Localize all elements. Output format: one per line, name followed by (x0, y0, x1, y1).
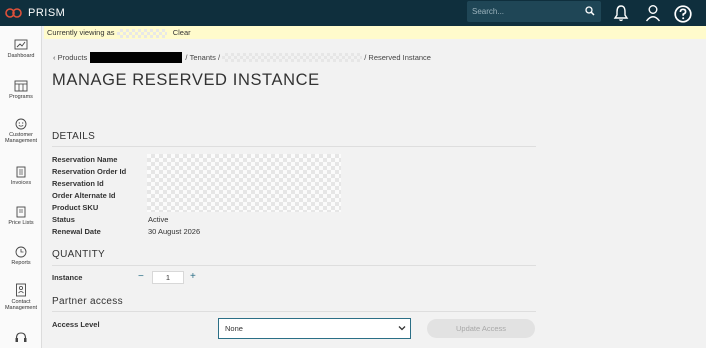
sidebar-item-support[interactable] (0, 331, 42, 345)
decrease-quantity-button[interactable]: − (138, 271, 144, 282)
user-icon[interactable] (645, 4, 661, 22)
instance-quantity-input[interactable]: 1 (152, 271, 184, 284)
renewal-date-value: 30 August 2026 (148, 227, 201, 236)
top-bar: PRISM (0, 0, 706, 26)
access-level-label: Access Level (52, 320, 100, 329)
breadcrumb-products[interactable]: Products (58, 53, 88, 62)
field-label-reservation-id: Reservation Id (52, 179, 104, 188)
sidebar-item-label: Invoices (10, 180, 32, 186)
reports-icon (15, 246, 27, 258)
prism-logo-icon (5, 8, 22, 18)
sidebar-item-contact-management[interactable]: Contact Management (0, 283, 42, 311)
sidebar-item-programs[interactable]: Programs (0, 80, 42, 100)
quantity-heading: QUANTITY (52, 249, 105, 260)
breadcrumb-redacted-tenant[interactable] (222, 53, 363, 62)
brand-name: PRISM (28, 7, 66, 19)
redacted-details-values (147, 154, 341, 212)
field-label-reservation-name: Reservation Name (52, 155, 118, 164)
app-logo[interactable]: PRISM (5, 5, 65, 21)
sidebar-item-reports[interactable]: Reports (0, 246, 42, 266)
sidebar-item-price-lists[interactable]: Price Lists (0, 206, 42, 226)
dashboard-icon (14, 39, 28, 50)
instance-label: Instance (52, 273, 83, 282)
field-label-renewal-date: Renewal Date (52, 227, 101, 236)
field-label-product-sku: Product SKU (52, 203, 99, 212)
sidebar-item-label: Customer Management (4, 132, 38, 144)
access-level-select[interactable]: None (218, 318, 411, 339)
contact-icon (16, 283, 26, 297)
bell-icon[interactable] (613, 4, 629, 22)
sidebar-item-dashboard[interactable]: Dashboard (0, 39, 42, 59)
field-label-status: Status (52, 215, 75, 224)
breadcrumb-separator: / (185, 53, 188, 62)
breadcrumb-current: Reserved Instance (368, 53, 431, 62)
update-access-button[interactable]: Update Access (427, 319, 535, 338)
search-input[interactable] (472, 7, 572, 16)
price-lists-icon (16, 206, 26, 218)
chevron-down-icon (398, 326, 406, 331)
details-divider (52, 146, 536, 147)
sidebar-item-label: Programs (9, 94, 33, 100)
sidebar-item-customer-management[interactable]: Customer Management (0, 118, 42, 144)
sidebar: Dashboard Programs Customer Management I… (0, 26, 42, 348)
programs-icon (14, 80, 28, 92)
search-icon[interactable] (585, 6, 595, 16)
access-level-selected: None (225, 324, 243, 333)
breadcrumb: ‹ Products / Tenants / / Reserved Instan… (53, 52, 431, 63)
customer-icon (15, 118, 27, 130)
increase-quantity-button[interactable]: + (190, 271, 196, 282)
sidebar-item-invoices[interactable]: Invoices (0, 166, 42, 186)
invoices-icon (16, 166, 26, 178)
quantity-divider (52, 265, 536, 266)
page-title: MANAGE RESERVED INSTANCE (52, 71, 320, 89)
breadcrumb-separator: / (364, 53, 367, 62)
partner-access-heading: Partner access (52, 296, 123, 307)
sidebar-item-label: Reports (11, 260, 31, 266)
headset-icon (15, 332, 27, 342)
viewing-as-banner: Currently viewing as Clear (44, 26, 706, 39)
clear-viewing-as-link[interactable]: Clear (173, 28, 191, 37)
breadcrumb-back-icon[interactable]: ‹ (53, 53, 56, 62)
search-box[interactable] (467, 1, 601, 22)
sidebar-item-label: Contact Management (4, 299, 38, 311)
banner-text: Currently viewing as (47, 28, 115, 37)
breadcrumb-separator: / (217, 53, 221, 62)
sidebar-item-label: Price Lists (8, 220, 34, 226)
details-heading: DETAILS (52, 131, 96, 142)
status-value: Active (148, 215, 169, 224)
sidebar-item-label: Dashboard (7, 53, 35, 59)
partner-access-divider (52, 311, 536, 312)
breadcrumb-redacted-customer[interactable] (90, 52, 183, 63)
help-icon[interactable] (674, 5, 692, 23)
field-label-reservation-order-id: Reservation Order Id (52, 167, 127, 176)
redacted-account-name (116, 28, 167, 38)
breadcrumb-tenants[interactable]: Tenants (190, 53, 216, 62)
field-label-order-alternate-id: Order Alternate Id (52, 191, 116, 200)
